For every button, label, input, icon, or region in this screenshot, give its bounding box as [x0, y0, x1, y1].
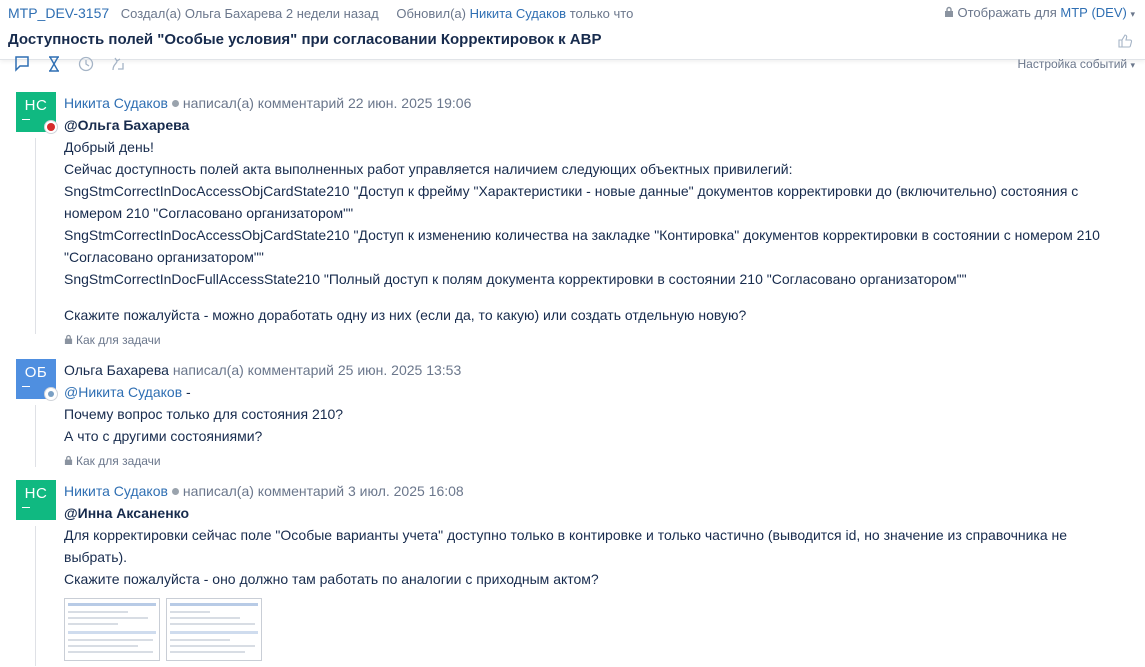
status-badge	[44, 120, 58, 134]
comment-header: Ольга Бахарева написал(а) комментарий 25…	[64, 359, 1124, 381]
attachment-thumbnail[interactable]	[64, 598, 160, 661]
updated-label: Обновил(а)	[396, 6, 466, 21]
comment-action: написал(а) комментарий	[182, 483, 345, 499]
issue-header: MTP_DEV-3157 Создал(а) Ольга Бахарева 2 …	[0, 0, 1145, 60]
events-settings-label: Настройка событий	[1017, 57, 1128, 71]
lock-icon	[944, 6, 953, 17]
transitions-tab-icon[interactable]	[110, 56, 126, 72]
visibility-value[interactable]: МТР (DEV)	[1060, 5, 1126, 20]
mention[interactable]: @Никита Судаков	[64, 384, 182, 400]
comment-line: А что с другими состояниями?	[64, 428, 263, 444]
comment-line: Добрый день!	[64, 139, 154, 155]
mention-suffix: -	[182, 384, 191, 400]
mention[interactable]: @Ольга Бахарева	[64, 114, 1124, 136]
avatar[interactable]: НС	[16, 480, 56, 520]
comment-header: Никита Судаков написал(а) комментарий 22 …	[64, 92, 1124, 114]
comment-date[interactable]: 25 июн. 2025 13:53	[338, 362, 461, 378]
presence-dot	[171, 100, 179, 108]
comment-line: Для корректировки сейчас поле "Особые ва…	[64, 527, 1068, 565]
comment-permission[interactable]: Как для задачи	[64, 329, 1124, 351]
comment-date[interactable]: 22 июн. 2025 19:06	[348, 95, 471, 111]
avatar-initials: ОБ	[24, 364, 48, 381]
author-link[interactable]: Никита Судаков	[64, 95, 168, 111]
comment-date[interactable]: 3 июл. 2025 16:08	[348, 483, 464, 499]
avatar[interactable]: НС	[16, 92, 58, 134]
issue-meta: MTP_DEV-3157 Создал(а) Ольга Бахарева 2 …	[8, 5, 633, 21]
comment-header: Никита Судаков написал(а) комментарий 3 и…	[64, 480, 1124, 502]
updated-when: только что	[569, 6, 634, 21]
visibility-label: Отображать для	[957, 5, 1057, 20]
avatar[interactable]: ОБ	[16, 359, 58, 401]
comment-line: Почему вопрос только для состояния 210?	[64, 406, 344, 422]
comment-line: Сейчас доступность полей акта выполненны…	[64, 161, 793, 177]
permission-label: Как для задачи	[76, 333, 161, 347]
comment-line: SngStmCorrectInDocFullAccessState210 "По…	[64, 271, 967, 287]
comment-line: SngStmCorrectInDocAccessObjCardState210 …	[64, 183, 1079, 221]
presence-dot	[171, 488, 179, 496]
permission-label: Как для задачи	[76, 454, 161, 468]
comments-tab-icon[interactable]	[14, 56, 30, 72]
updated-by-link[interactable]: Никита Судаков	[470, 6, 567, 21]
comment-line: Скажите пожалуйста - оно должно там рабо…	[64, 571, 599, 587]
comment-line: SngStmCorrectInDocAccessObjCardState210 …	[64, 227, 1100, 265]
issue-title: Доступность полей "Особые условия" при с…	[8, 31, 602, 48]
created-info: Создал(а) Ольга Бахарева 2 недели назад	[120, 6, 379, 21]
events-settings-dropdown[interactable]: Настройка событий ▾	[1018, 57, 1136, 71]
history-tab-icon[interactable]	[46, 56, 62, 72]
attachments	[64, 598, 1124, 661]
thumbs-up-icon[interactable]	[1117, 33, 1133, 49]
activity-tabs	[14, 56, 126, 72]
author-link[interactable]: Ольга Бахарева	[64, 362, 169, 378]
comment-permission[interactable]: Как для задачи	[64, 450, 1124, 472]
chevron-down-icon: ▾	[1130, 60, 1135, 70]
status-badge	[44, 387, 58, 401]
chevron-down-icon: ▾	[1130, 9, 1135, 19]
comment-question: Скажите пожалуйста - можно доработать од…	[64, 307, 747, 323]
mention[interactable]: @Инна Аксаненко	[64, 502, 1124, 524]
lock-icon	[64, 334, 73, 344]
visibility-selector[interactable]: Отображать для МТР (DEV) ▾	[944, 5, 1135, 20]
lock-icon	[64, 455, 73, 465]
avatar-initials: НС	[24, 485, 48, 502]
comment-action: написал(а) комментарий	[172, 362, 334, 378]
avatar-initials: НС	[24, 97, 48, 114]
comment-action: написал(а) комментарий	[182, 95, 345, 111]
time-tab-icon[interactable]	[78, 56, 94, 72]
author-link[interactable]: Никита Судаков	[64, 483, 168, 499]
attachment-thumbnail[interactable]	[166, 598, 262, 661]
issue-key-link[interactable]: MTP_DEV-3157	[8, 5, 109, 21]
